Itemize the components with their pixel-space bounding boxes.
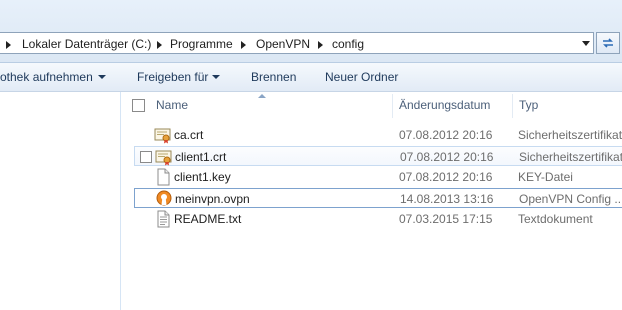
breadcrumb-item-config[interactable]: config (332, 37, 364, 51)
column-header-type[interactable]: Typ (519, 94, 538, 116)
file-name[interactable]: ca.crt (174, 128, 389, 142)
burn-button[interactable]: Brennen (251, 70, 296, 84)
address-area: Lokaler Datenträger (C:) Programme OpenV… (0, 0, 622, 63)
address-bar[interactable]: Lokaler Datenträger (C:) Programme OpenV… (0, 32, 594, 54)
select-all-checkbox[interactable] (132, 99, 145, 112)
breadcrumb-chevron-icon[interactable] (157, 41, 162, 49)
certificate-icon (155, 150, 172, 166)
column-divider[interactable] (512, 94, 513, 118)
breadcrumb-item-drive[interactable]: Lokaler Datenträger (C:) (22, 37, 151, 51)
file-date: 07.08.2012 20:16 (399, 128, 493, 142)
file-row[interactable]: meinvpn.ovpn 14.08.2013 13:16 OpenVPN Co… (134, 188, 622, 208)
new-folder-button[interactable]: Neuer Ordner (325, 70, 398, 84)
file-type: KEY-Datei (518, 170, 573, 184)
file-row[interactable]: ca.crt 07.08.2012 20:16 Sicherheitszerti… (134, 125, 622, 145)
text-file-icon (157, 210, 170, 228)
chevron-down-icon[interactable] (212, 75, 220, 79)
refresh-button[interactable] (596, 32, 620, 54)
file-date: 07.08.2012 20:16 (399, 170, 493, 184)
file-name[interactable]: client1.crt (175, 150, 390, 164)
file-type: Sicherheitszertifikat (518, 128, 622, 142)
file-name[interactable]: README.txt (174, 212, 389, 226)
file-date: 07.08.2012 20:16 (400, 150, 494, 164)
file-row[interactable]: client1.crt 07.08.2012 20:16 Sicherheits… (134, 146, 622, 166)
file-type: OpenVPN Config ... (519, 192, 622, 206)
row-checkbox[interactable] (140, 151, 152, 163)
share-with-button[interactable]: Freigeben für (137, 70, 208, 84)
include-in-library-button[interactable]: othek aufnehmen (0, 70, 93, 84)
file-date: 07.03.2015 17:15 (399, 212, 493, 226)
blank-file-icon (157, 168, 170, 186)
command-bar: othek aufnehmen Freigeben für Brennen Ne… (0, 63, 622, 92)
file-type: Textdokument (518, 212, 593, 226)
certificate-icon (154, 128, 171, 144)
file-row[interactable]: client1.key 07.08.2012 20:16 KEY-Datei (134, 167, 622, 187)
breadcrumb-item-programme[interactable]: Programme (170, 37, 233, 51)
breadcrumb-chevron-icon[interactable] (318, 41, 323, 49)
breadcrumb-chevron-icon[interactable] (241, 41, 246, 49)
column-divider[interactable] (392, 94, 393, 118)
file-name[interactable]: meinvpn.ovpn (175, 192, 390, 206)
file-type: Sicherheitszertifikat (519, 150, 622, 164)
file-date: 14.08.2013 13:16 (400, 192, 494, 206)
sort-ascending-icon (258, 94, 266, 98)
chevron-down-icon[interactable] (98, 75, 106, 79)
column-header-name[interactable]: Name (156, 94, 188, 116)
file-name[interactable]: client1.key (174, 170, 389, 184)
refresh-icon (603, 38, 613, 48)
address-history-dropdown-icon[interactable] (582, 41, 590, 46)
breadcrumb-chevron-icon[interactable] (6, 41, 11, 49)
column-header-date[interactable]: Änderungsdatum (399, 94, 490, 116)
navigation-pane[interactable] (0, 92, 121, 310)
breadcrumb-item-openvpn[interactable]: OpenVPN (256, 37, 310, 51)
file-row[interactable]: README.txt 07.03.2015 17:15 Textdokument (134, 209, 622, 229)
openvpn-config-icon (156, 190, 172, 206)
